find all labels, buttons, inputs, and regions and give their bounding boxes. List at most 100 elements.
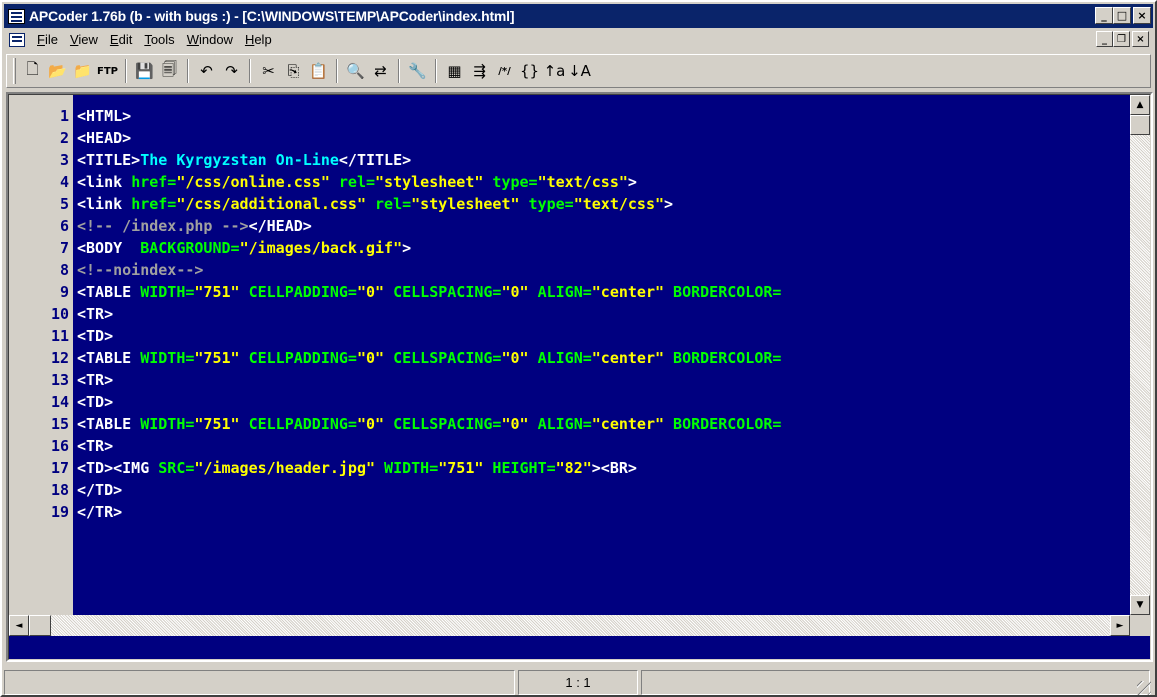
code-token-tag: <TABLE [77,415,141,433]
scroll-down-button[interactable]: ▼ [1130,595,1150,615]
toolbar: 🗋 📂 📁 FTP 💾 🗐 ↶ ↷ ✂ ⎘ 📋 🔍 ⇄ 🔧 ▦ ⇶/*/{} ↑a ↓A [6,54,1151,88]
redo-icon[interactable]: ↷ [219,58,244,84]
open-remote-icon[interactable]: 📁 [70,58,95,84]
code-line[interactable]: <HTML> [73,105,1129,127]
code-line[interactable]: <TITLE>The Kyrgyzstan On-Line</TITLE> [73,149,1129,171]
code-token-tag: <TD><IMG [77,459,159,477]
tools-icon[interactable]: 🔧 [405,58,430,84]
code-line[interactable]: <TABLE WIDTH="751" CELLPADDING="0" CELLS… [73,347,1129,369]
braces-icon[interactable]: {} [517,58,542,84]
title-bar[interactable]: APCoder 1.76b (b - with bugs :) - [C:\WI… [4,4,1153,28]
code-token-tag: ><BR> [591,459,637,477]
code-token-string: "751" [438,459,484,477]
line-number: 1 [59,107,69,125]
code-line[interactable]: <TR> [73,435,1129,457]
code-token-tag: <TD> [77,327,114,345]
scroll-right-button[interactable]: ► [1110,615,1130,636]
vertical-scrollbar[interactable]: ▲ ▼ [1130,95,1150,615]
mdi-close-button[interactable]: × [1132,31,1149,47]
line-number: 4 [59,173,69,191]
code-token-attribute: href= [131,173,177,191]
menu-help[interactable]: Help [239,30,278,50]
save-icon[interactable]: 💾 [132,58,157,84]
lowercase-icon[interactable]: ↓A [567,58,592,84]
code-token-string: "0" [501,349,529,367]
code-token-string: "/images/header.jpg" [194,459,376,477]
menu-tools[interactable]: Tools [138,30,180,50]
code-line[interactable]: <HEAD> [73,127,1129,149]
vertical-scroll-thumb[interactable] [1130,115,1150,135]
code-line[interactable]: <TD> [73,391,1129,413]
code-line[interactable]: </TD> [73,479,1129,501]
mdi-minimize-button[interactable]: _ [1096,31,1113,47]
resize-grip[interactable] [1137,681,1151,695]
code-line[interactable]: <TR> [73,303,1129,325]
code-token-attribute: BORDERCOLOR= [664,349,782,367]
toolbar-separator [125,59,127,83]
code-line[interactable]: <TD><IMG SRC="/images/header.jpg" WIDTH=… [73,457,1129,479]
code-area[interactable]: <HTML> <HEAD> <TITLE>The Kyrgyzstan On-Lin… [73,95,1129,615]
status-panel-message [4,670,516,695]
replace-icon[interactable]: ⇄ [368,58,393,84]
indent-icon[interactable]: ⇶ [467,58,492,84]
uppercase-icon[interactable]: ↑a [542,58,567,84]
ftp-icon[interactable]: FTP [95,58,120,84]
code-token-attribute: WIDTH= [375,459,439,477]
menu-edit[interactable]: Edit [104,30,138,50]
code-token-string: "0" [501,415,529,433]
code-token-tag: <TITLE> [77,151,141,169]
save-all-icon[interactable]: 🗐 [157,58,182,84]
scroll-left-button[interactable]: ◄ [9,615,29,636]
code-token-string: "82" [555,459,592,477]
code-line[interactable]: <TABLE WIDTH="751" CELLPADDING="0" CELLS… [73,413,1129,435]
editor-frame: 1 2 3 4 5 6 7 8 9 10 11 12 13 14 15 16 17 18 19 <HTML> <HEA… [6,92,1153,662]
menu-view[interactable]: View [64,30,104,50]
paste-icon[interactable]: 📋 [306,58,331,84]
find-icon[interactable]: 🔍 [343,58,368,84]
code-token-string: "center" [591,415,665,433]
copy-icon[interactable]: ⎘ [281,58,306,84]
code-token-attribute: CELLSPACING= [384,349,502,367]
menu-accelerator: F [37,32,45,47]
open-folder-icon[interactable]: 📂 [45,58,70,84]
undo-icon[interactable]: ↶ [194,58,219,84]
comment-icon[interactable]: /*/ [492,58,517,84]
code-line[interactable]: <TD> [73,325,1129,347]
code-token-tag: <TABLE [77,349,141,367]
scroll-up-button[interactable]: ▲ [1130,95,1150,115]
minimize-button[interactable]: _ [1095,7,1113,24]
code-line[interactable]: <!-- /index.php --></HEAD> [73,215,1129,237]
code-line[interactable]: </TR> [73,501,1129,523]
editor: 1 2 3 4 5 6 7 8 9 10 11 12 13 14 15 16 17 18 19 <HTML> <HEA… [8,94,1151,660]
code-token-attribute: CELLPADDING= [239,283,357,301]
code-line[interactable]: <link href="/css/additional.css" rel="st… [73,193,1129,215]
line-number: 13 [50,371,69,389]
code-token-tag: <TD> [77,393,114,411]
code-token-title-text: The Kyrgyzstan On-Line [140,151,339,169]
code-token-attribute: CELLPADDING= [239,415,357,433]
code-token-string: "center" [591,283,665,301]
close-button[interactable]: × [1133,7,1151,24]
menu-items: File View Edit Tools Window Help [31,30,278,50]
mdi-restore-button[interactable]: ❐ [1113,31,1130,47]
new-file-icon[interactable]: 🗋 [20,58,45,84]
code-line[interactable]: <TABLE WIDTH="751" CELLPADDING="0" CELLS… [73,281,1129,303]
line-number: 3 [59,151,69,169]
toolbar-grip[interactable] [13,58,16,84]
code-token-attribute: href= [131,195,177,213]
menu-window[interactable]: Window [181,30,239,50]
menu-file[interactable]: File [31,30,64,50]
horizontal-scrollbar[interactable]: ◄ ► [9,615,1130,636]
color-palette-icon[interactable]: ▦ [442,58,467,84]
maximize-button[interactable]: □ [1113,7,1131,24]
code-token-tag: </TR> [77,503,123,521]
horizontal-scroll-thumb[interactable] [29,615,51,636]
code-line[interactable]: <link href="/css/online.css" rel="styles… [73,171,1129,193]
document-icon[interactable] [9,33,25,47]
app-icon[interactable] [8,8,25,24]
code-line[interactable]: <TR> [73,369,1129,391]
code-line[interactable]: <!--noindex--> [73,259,1129,281]
code-line[interactable]: <BODY BACKGROUND="/images/back.gif"> [73,237,1129,259]
code-token-comment: <!-- /index.php --> [77,217,249,235]
cut-icon[interactable]: ✂ [256,58,281,84]
